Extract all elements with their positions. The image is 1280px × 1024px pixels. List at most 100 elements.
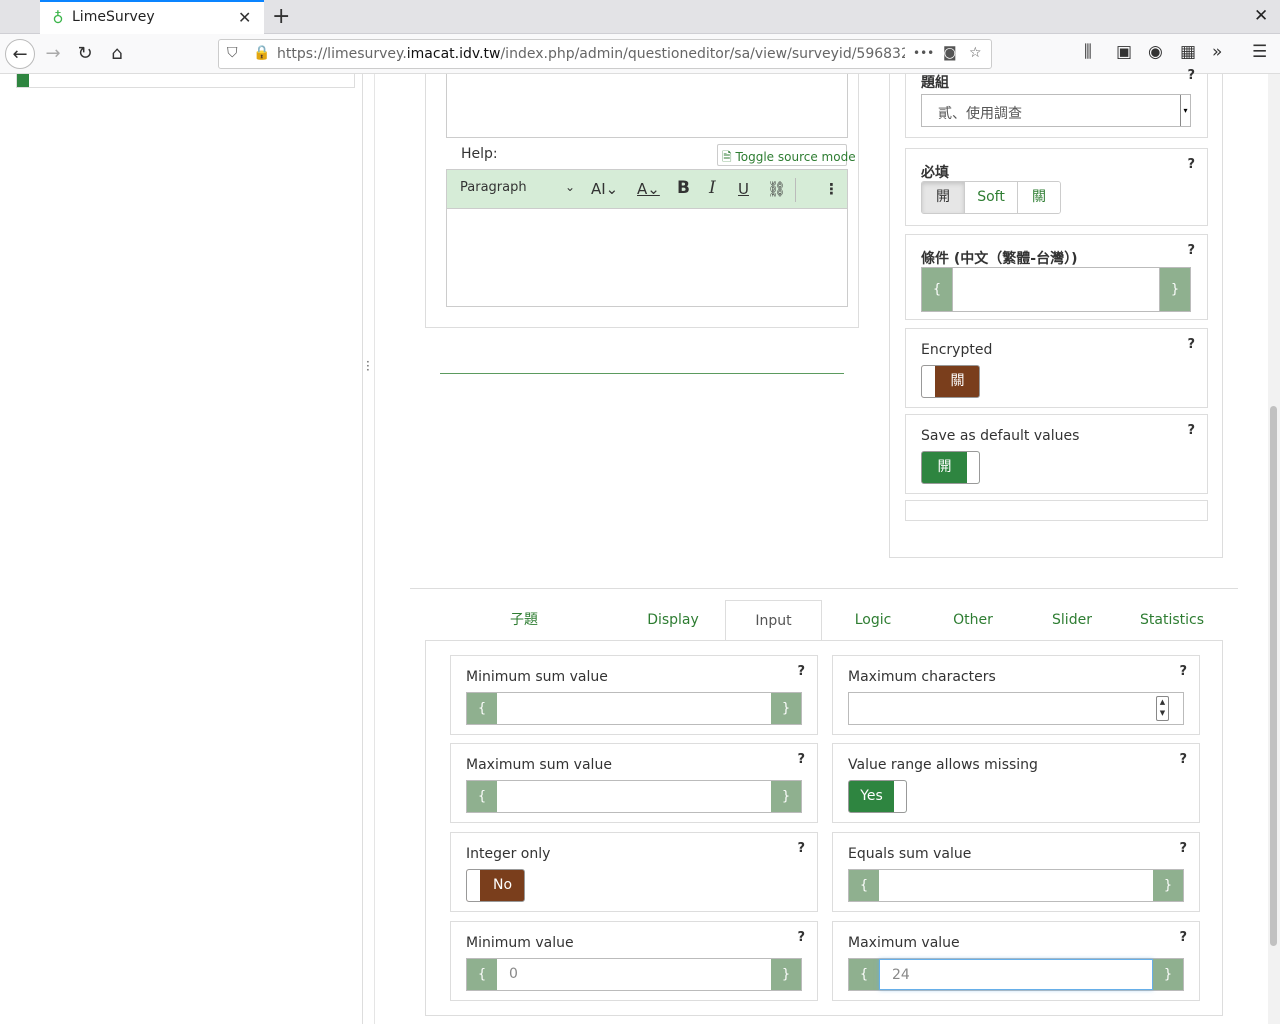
help-icon[interactable]: ? <box>1187 243 1195 258</box>
encrypted-toggle[interactable]: 關 <box>921 365 980 398</box>
help-icon[interactable]: ? <box>1187 157 1195 172</box>
help-icon[interactable]: ? <box>1179 930 1187 945</box>
pocket-icon[interactable]: ◙ <box>943 45 957 61</box>
underline-icon[interactable]: U <box>738 180 749 198</box>
mandatory-button-group: 開 Soft 關 <box>921 181 1061 214</box>
max-sum-card: Maximum sum value ? { } <box>450 743 818 823</box>
lock-icon[interactable]: 🔒 <box>253 45 270 61</box>
limesurvey-favicon-icon: ♁ <box>52 9 64 27</box>
number-spinner-icon[interactable]: ▲ ▼ <box>1156 696 1169 721</box>
help-text-editor[interactable] <box>446 208 848 307</box>
overflow-chevron-icon[interactable]: » <box>1212 42 1222 62</box>
home-icon[interactable]: ⌂ <box>102 39 132 69</box>
brace-close-addon: } <box>1153 870 1183 901</box>
tab-subquestions[interactable]: 子題 <box>474 600 574 641</box>
library-icon[interactable]: ⫼ <box>1084 42 1092 62</box>
new-tab-icon[interactable]: + <box>272 4 290 29</box>
more-options-icon[interactable]: ⋮ <box>824 180 839 198</box>
sidebar-toggle-icon[interactable]: ▣ <box>1116 42 1132 62</box>
brace-close-addon: } <box>771 959 801 990</box>
tab-logic[interactable]: Logic <box>823 600 923 641</box>
browser-tab-bar: ♁ LimeSurvey ✕ + ✕ <box>0 0 1280 34</box>
url-path: /index.php/admin/questioneditor/sa/view/… <box>500 46 905 62</box>
forward-arrow-icon[interactable]: → <box>38 39 68 69</box>
help-icon[interactable]: ? <box>797 752 805 767</box>
tab-display[interactable]: Display <box>623 600 723 641</box>
help-icon[interactable]: ? <box>1187 337 1195 352</box>
toggle-knob <box>967 452 979 483</box>
help-icon[interactable]: ? <box>1179 752 1187 767</box>
toggle-source-button[interactable]: 🗎 Toggle source mode <box>717 144 856 166</box>
brace-close-addon: } <box>771 781 801 812</box>
save-default-card: Save as default values ? 開 <box>905 414 1208 494</box>
max-chars-input[interactable]: ▲ ▼ <box>848 692 1184 725</box>
min-value-card: Minimum value ? { 0 } <box>450 921 818 1001</box>
select-arrow-icon[interactable]: ▾ <box>1180 95 1190 126</box>
url-bar[interactable]: ⛉ 🔒 https://limesurvey.imacat.idv.tw/ind… <box>218 39 992 69</box>
close-tab-icon[interactable]: ✕ <box>238 8 251 27</box>
equals-sum-input[interactable] <box>879 870 1153 901</box>
save-default-label: Save as default values <box>921 428 1080 444</box>
integer-only-label: Integer only <box>466 846 551 862</box>
save-default-state: 開 <box>937 459 952 475</box>
scrollbar-thumb[interactable] <box>1270 406 1277 946</box>
bold-icon[interactable]: B <box>677 178 690 198</box>
min-sum-input[interactable] <box>497 693 771 724</box>
help-icon[interactable]: ? <box>1179 841 1187 856</box>
bookmark-star-icon[interactable]: ☆ <box>969 45 982 61</box>
reload-icon[interactable]: ↻ <box>70 39 100 69</box>
group-select[interactable]: 貳、使用調查 ▾ <box>921 94 1191 127</box>
encrypted-card: Encrypted ? 關 <box>905 328 1208 408</box>
tab-statistics[interactable]: Statistics <box>1122 600 1222 641</box>
question-text-editor[interactable] <box>446 74 848 138</box>
link-icon[interactable]: ⛓ <box>767 180 786 198</box>
empty-card <box>905 500 1208 521</box>
url-text[interactable]: https://limesurvey.imacat.idv.tw/index.p… <box>277 46 905 62</box>
condition-card: 條件 (中文（繁體-台灣）) ? { } <box>905 234 1208 320</box>
italic-icon[interactable]: I <box>709 178 716 198</box>
font-size-icon[interactable]: AI⌄ <box>591 180 618 198</box>
help-icon[interactable]: ? <box>797 930 805 945</box>
tab-input[interactable]: Input <box>725 600 822 641</box>
max-sum-input[interactable] <box>497 781 771 812</box>
chevron-down-icon[interactable]: ⌄ <box>565 180 575 194</box>
editor-toolbar: Paragraph ⌄ AI⌄ A⌄ B I U ⛓ ⋮ <box>446 169 848 209</box>
max-sum-label: Maximum sum value <box>466 757 612 773</box>
browser-tab[interactable]: ♁ LimeSurvey ✕ <box>40 0 264 34</box>
tab-slider[interactable]: Slider <box>1022 600 1122 641</box>
max-value-input[interactable]: 24 <box>879 959 1153 990</box>
page-actions-icon[interactable]: ••• <box>913 46 934 60</box>
shield-icon[interactable]: ⛉ <box>227 45 238 61</box>
help-icon[interactable]: ? <box>1187 423 1195 438</box>
range-missing-toggle[interactable]: Yes <box>848 780 907 813</box>
brace-close-addon: } <box>771 693 801 724</box>
range-missing-label: Value range allows missing <box>848 757 1038 773</box>
back-arrow-icon[interactable]: ← <box>5 39 35 69</box>
mandatory-on-button[interactable]: 開 <box>922 182 965 213</box>
brace-open-addon: { <box>849 870 879 901</box>
resize-handle-icon[interactable]: · · · <box>366 356 370 376</box>
help-icon[interactable]: ? <box>797 841 805 856</box>
min-value-input[interactable]: 0 <box>497 959 771 990</box>
condition-input-group: { } <box>921 267 1191 312</box>
help-icon[interactable]: ? <box>1179 664 1187 679</box>
condition-textarea[interactable] <box>952 268 1160 311</box>
window-close-icon[interactable]: ✕ <box>1254 6 1268 26</box>
help-icon[interactable]: ? <box>797 664 805 679</box>
source-file-icon: 🗎 <box>722 150 732 164</box>
account-icon[interactable]: ◉ <box>1148 42 1163 62</box>
save-default-toggle[interactable]: 開 <box>921 451 980 484</box>
equals-sum-input-group: { } <box>848 869 1184 902</box>
font-color-icon[interactable]: A⌄ <box>637 180 660 198</box>
mandatory-off-button[interactable]: 關 <box>1018 182 1060 213</box>
paragraph-dropdown[interactable]: Paragraph <box>460 180 527 195</box>
group-select-value: 貳、使用調查 <box>938 106 1022 122</box>
mandatory-soft-button[interactable]: Soft <box>965 182 1018 213</box>
group-label: 題組 <box>921 75 949 91</box>
integer-only-toggle[interactable]: No <box>466 869 525 902</box>
tab-other[interactable]: Other <box>923 600 1023 641</box>
help-icon[interactable]: ? <box>1187 68 1195 83</box>
extensions-icon[interactable]: ▦ <box>1180 42 1196 62</box>
min-value-label: Minimum value <box>466 935 574 951</box>
hamburger-menu-icon[interactable]: ☰ <box>1252 42 1267 62</box>
